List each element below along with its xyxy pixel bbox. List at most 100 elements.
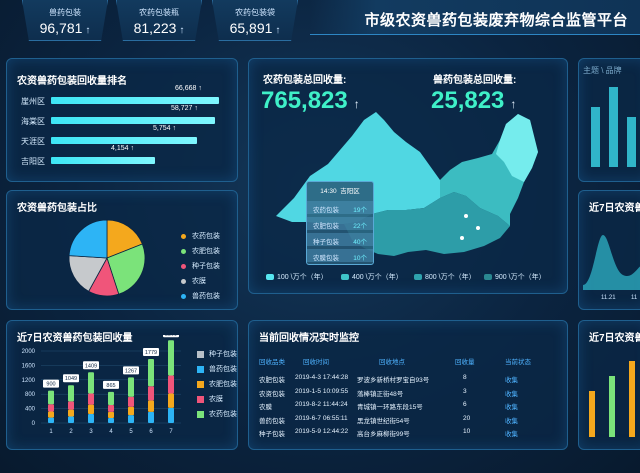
stat-value: 96,781 ↑ bbox=[39, 20, 91, 36]
map-legend-item: 400 \万个（年） bbox=[341, 272, 403, 282]
stacked-bar-segment bbox=[88, 414, 94, 423]
share-title: 农资兽药包装占比 bbox=[17, 203, 97, 214]
stat-label: 农药包装瓶 bbox=[139, 8, 179, 17]
table-cell: 农膜 bbox=[259, 404, 272, 411]
table-header-cell: 回收时间 bbox=[303, 359, 329, 366]
table-cell: 黑龙镇世纪街54号 bbox=[357, 417, 410, 425]
stacked-bar-segment bbox=[168, 375, 174, 394]
legend-swatch bbox=[197, 410, 204, 418]
tooltip-row-label: 种子包装 bbox=[313, 239, 339, 246]
table-cell: 2019-5-9 12:44:22 bbox=[295, 428, 349, 435]
stat-value: 81,223 ↑ bbox=[133, 20, 185, 36]
table-cell: 2019-6-7 06:55:11 bbox=[295, 414, 348, 422]
bar-total-label: 1049 bbox=[65, 376, 77, 382]
stacked-bar-segment bbox=[88, 393, 94, 405]
table-cell: 高台乡麻柳街99号 bbox=[357, 431, 410, 438]
tooltip-row-label: 农药包装 bbox=[313, 207, 339, 214]
rank-label: 吉阳区 bbox=[21, 157, 45, 166]
bar-total-label: 900 bbox=[46, 382, 55, 388]
bar-total-label: 865 bbox=[106, 383, 115, 389]
weekly-panel: 近7日农资兽药包装回收量 0 400 800 1200 1600 2000 900 1 1049… bbox=[6, 320, 238, 450]
table-cell: 收集 bbox=[505, 431, 518, 438]
map-legend-swatch bbox=[414, 274, 422, 281]
right-middle-title: 近7日农资兽 bbox=[589, 203, 640, 214]
y-tick-label: 1200 bbox=[22, 378, 36, 384]
map-legend-item: 100 \万个（年） bbox=[266, 272, 328, 282]
stacked-bar-segment bbox=[148, 358, 154, 387]
legend-swatch bbox=[197, 350, 204, 358]
stacked-bar-segment bbox=[148, 400, 154, 412]
tooltip-row: 农药包装 19个 bbox=[307, 201, 373, 214]
legend-swatch bbox=[197, 380, 204, 388]
table-cell: 3 bbox=[463, 387, 467, 395]
x-tick-label: 6 bbox=[149, 429, 153, 435]
stacked-bar-segment bbox=[148, 411, 154, 423]
rank-label: 天涯区 bbox=[21, 137, 45, 146]
stacked-bar-segment bbox=[108, 417, 114, 423]
stat-tab-vet-packaging[interactable]: 兽药包装 96,781 ↑ bbox=[22, 0, 108, 41]
pie-legend-item: 农药包装 bbox=[181, 231, 220, 241]
tooltip-row-label: 农膜包装 bbox=[313, 255, 339, 262]
x-tick-label: 7 bbox=[169, 429, 173, 435]
share-pie-chart bbox=[68, 219, 146, 297]
table-cell: 收集 bbox=[505, 390, 518, 398]
stacked-bar-segment bbox=[68, 416, 74, 423]
stacked-bar-segment bbox=[48, 417, 54, 423]
stacked-bar-segment bbox=[88, 372, 94, 394]
legend-dot bbox=[181, 263, 186, 269]
stacked-bar-segment bbox=[108, 391, 114, 405]
tooltip-row-value: 10个 bbox=[353, 255, 367, 262]
stacked-bar-segment bbox=[88, 404, 94, 414]
right-panel-middle: 近7日农资兽 11.21 11 bbox=[578, 190, 640, 310]
stacked-bar-segment bbox=[128, 415, 134, 423]
weekly-legend-item: 农膜 bbox=[197, 394, 223, 404]
bar-total-label: 1779 bbox=[145, 350, 157, 356]
pie-legend-item: 种子包装 bbox=[181, 261, 220, 271]
weekly-legend-item: 种子包装 bbox=[197, 349, 237, 359]
stacked-bar-segment bbox=[128, 396, 134, 407]
table-cell: 10 bbox=[463, 428, 471, 435]
x-tick-label: 1 bbox=[49, 429, 53, 435]
map-legend-swatch bbox=[266, 274, 274, 281]
weekly-legend-item: 农肥包装 bbox=[197, 379, 237, 389]
stacked-bar-segment bbox=[68, 409, 74, 417]
table-cell: 2019-1-5 10:09:55 bbox=[295, 387, 349, 395]
tooltip-header: 14:30 吉阳区 bbox=[320, 188, 360, 195]
right-axis-label-1: 11.21 bbox=[601, 295, 616, 301]
y-tick-label: 1600 bbox=[22, 363, 36, 369]
table-cell: 收集 bbox=[505, 377, 518, 384]
table-cell: 青城镇一环路东段15号 bbox=[357, 404, 423, 411]
pie-legend-item: 兽药包装 bbox=[181, 291, 220, 301]
rank-label: 崖州区 bbox=[21, 97, 45, 106]
y-tick-label: 800 bbox=[25, 392, 36, 398]
stat-label: 兽药包装 bbox=[49, 8, 81, 17]
table-header-cell: 当前状态 bbox=[505, 359, 531, 366]
table-cell: 收集 bbox=[505, 404, 518, 411]
rank-bar bbox=[51, 97, 219, 104]
table-cell: 落棒镇正街48号 bbox=[357, 390, 404, 398]
pie-legend-item: 农膜 bbox=[181, 276, 206, 286]
legend-dot bbox=[181, 248, 186, 254]
tooltip-row-value: 40个 bbox=[353, 239, 367, 246]
stacked-bar-segment bbox=[108, 405, 114, 412]
bar-total-label: 1267 bbox=[125, 368, 137, 374]
stat-tab-pesticide-bottle[interactable]: 农药包装瓶 81,223 ↑ bbox=[116, 0, 202, 41]
map-legend-swatch bbox=[484, 274, 492, 281]
stacked-bar-segment bbox=[48, 390, 54, 405]
stacked-bar-segment bbox=[168, 393, 174, 408]
tooltip-row: 农膜包装 10个 bbox=[307, 249, 373, 262]
table-cell: 20 bbox=[463, 414, 471, 422]
x-tick-label: 2 bbox=[69, 429, 73, 435]
right-bottom-title: 近7日农资兽 bbox=[589, 333, 640, 344]
right-tabs-text: 主题 \ 品牌 bbox=[583, 66, 622, 75]
weekly-legend-item: 兽药包装 bbox=[197, 364, 237, 374]
right-panel-bottom: 近7日农资兽 bbox=[578, 320, 640, 450]
tooltip-row: 农肥包装 22个 bbox=[307, 217, 373, 230]
stat-tab-pesticide-bag[interactable]: 农药包装袋 65,891 ↑ bbox=[212, 0, 298, 41]
right-stacked-mini bbox=[589, 361, 635, 437]
y-tick-label: 2000 bbox=[22, 349, 36, 355]
monitor-title: 当前回收情况实时监控 bbox=[259, 333, 359, 344]
table-cell: 8 bbox=[463, 374, 467, 381]
table-header-cell: 回收地点 bbox=[379, 359, 405, 366]
legend-dot bbox=[181, 278, 186, 284]
